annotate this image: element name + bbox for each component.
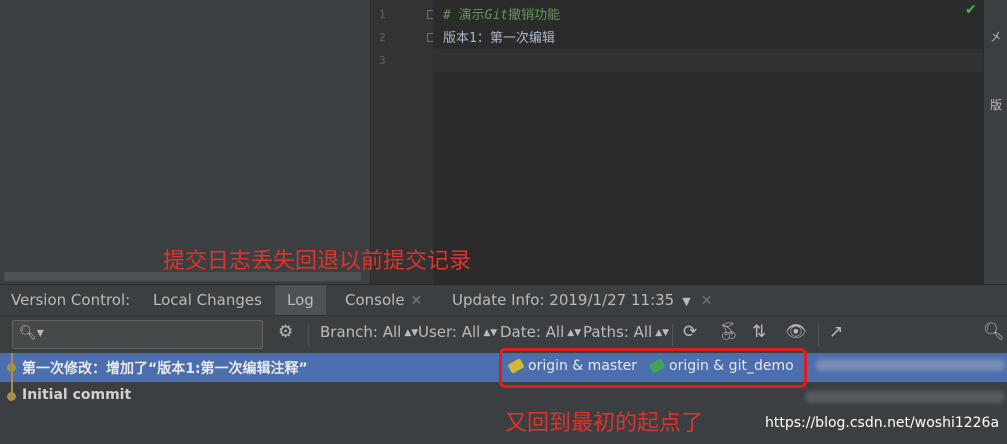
toolbar-separator (818, 324, 819, 346)
watermark-url: https://blog.csdn.net/woshi1226a (765, 415, 1000, 431)
comment-prefix: # 演示 (443, 8, 485, 23)
sort-arrows-icon: ▲▼ (567, 327, 582, 338)
close-icon[interactable]: ✕ (701, 293, 713, 309)
tab-local-changes[interactable]: Local Changes (153, 285, 262, 315)
sort-arrows-icon: ▲▼ (404, 327, 419, 338)
collapse-linear-icon[interactable]: ⇅ (752, 322, 766, 342)
tab-console[interactable]: Console ✕ (345, 285, 422, 315)
tool-window-tabbar: Version Control: Local Changes Log Conso… (0, 284, 1007, 315)
sort-arrows-icon: ▲▼ (483, 327, 498, 338)
code-editor[interactable]: # 演示Git撤销功能 版本1：第一次编辑 (433, 0, 983, 284)
commit-graph-node (7, 392, 16, 401)
search-icon[interactable]: 🔍︎▾ (19, 325, 44, 341)
project-pane (0, 0, 370, 272)
branch-filter-label: Branch: All (320, 323, 402, 341)
inspection-ok-icon[interactable]: ✔ (965, 2, 977, 18)
toolbar-separator (672, 324, 673, 346)
open-external-icon[interactable]: ↗ (829, 322, 843, 342)
blurred-author-date (815, 359, 1005, 371)
close-icon[interactable]: ✕ (411, 293, 423, 309)
gear-icon[interactable]: ⚙ (278, 322, 293, 342)
caret-row-highlight (433, 49, 983, 72)
annotation-top: 提交日志丢失回退以前提交记录 (163, 249, 472, 274)
date-filter-label: Date: All (500, 323, 565, 341)
commit-message: Initial commit (22, 387, 132, 403)
tab-update-info[interactable]: Update Info: 2019/1/27 11:35 ▼ ✕ (452, 285, 712, 315)
tab-log[interactable]: Log (275, 285, 326, 315)
search-input[interactable] (47, 324, 261, 346)
paths-filter-label: Paths: All (583, 323, 653, 341)
search-field[interactable]: 🔍︎▾ (12, 320, 263, 349)
eye-icon[interactable]: 👁︎ (785, 322, 807, 342)
branch-filter[interactable]: Branch: All ▲▼ (320, 323, 418, 341)
paths-filter[interactable]: Paths: All ▲▼ (583, 323, 669, 341)
commit-message: 第一次修改：增加了“版本1:第一次编辑注释” (22, 361, 308, 377)
user-filter-label: User: All (418, 323, 481, 341)
right-strip-mark[interactable]: 版 (990, 96, 1002, 113)
date-filter[interactable]: Date: All ▲▼ (500, 323, 581, 341)
tab-console-label: Console (345, 291, 405, 309)
commit-graph-node (7, 363, 16, 372)
comment-italic: Git (484, 8, 509, 23)
tab-update-info-label: Update Info: 2019/1/27 11:35 (452, 291, 675, 309)
comment-suffix: 撤销功能 (508, 8, 561, 23)
line-number: 1 (379, 8, 386, 21)
refresh-icon[interactable]: ⟳ (683, 322, 697, 342)
right-strip-mark[interactable]: 㐅 (990, 28, 1002, 45)
highlight-box (499, 348, 807, 388)
dropdown-arrow-icon[interactable]: ▼ (682, 295, 690, 308)
version-control-title: Version Control: (11, 291, 131, 309)
toolbar-separator (308, 324, 309, 346)
user-filter[interactable]: User: All ▲▼ (418, 323, 497, 341)
search-icon[interactable]: 🔍︎ (983, 322, 1005, 342)
right-tool-strip: 㐅 版 (983, 0, 1007, 284)
blurred-author-date (805, 391, 1005, 403)
code-line-2: 版本1：第一次编辑 (443, 31, 555, 46)
line-number: 3 (379, 54, 386, 67)
sort-arrows-icon: ▲▼ (655, 327, 670, 338)
editor-gutter: 1 2 3 (370, 0, 436, 284)
annotation-bottom: 又回到最初的起点了 (505, 411, 704, 436)
code-line-1: # 演示Git撤销功能 (443, 4, 560, 23)
line-number: 2 (379, 31, 386, 44)
cherry-pick-icon[interactable]: 🍒︎ (718, 322, 740, 342)
